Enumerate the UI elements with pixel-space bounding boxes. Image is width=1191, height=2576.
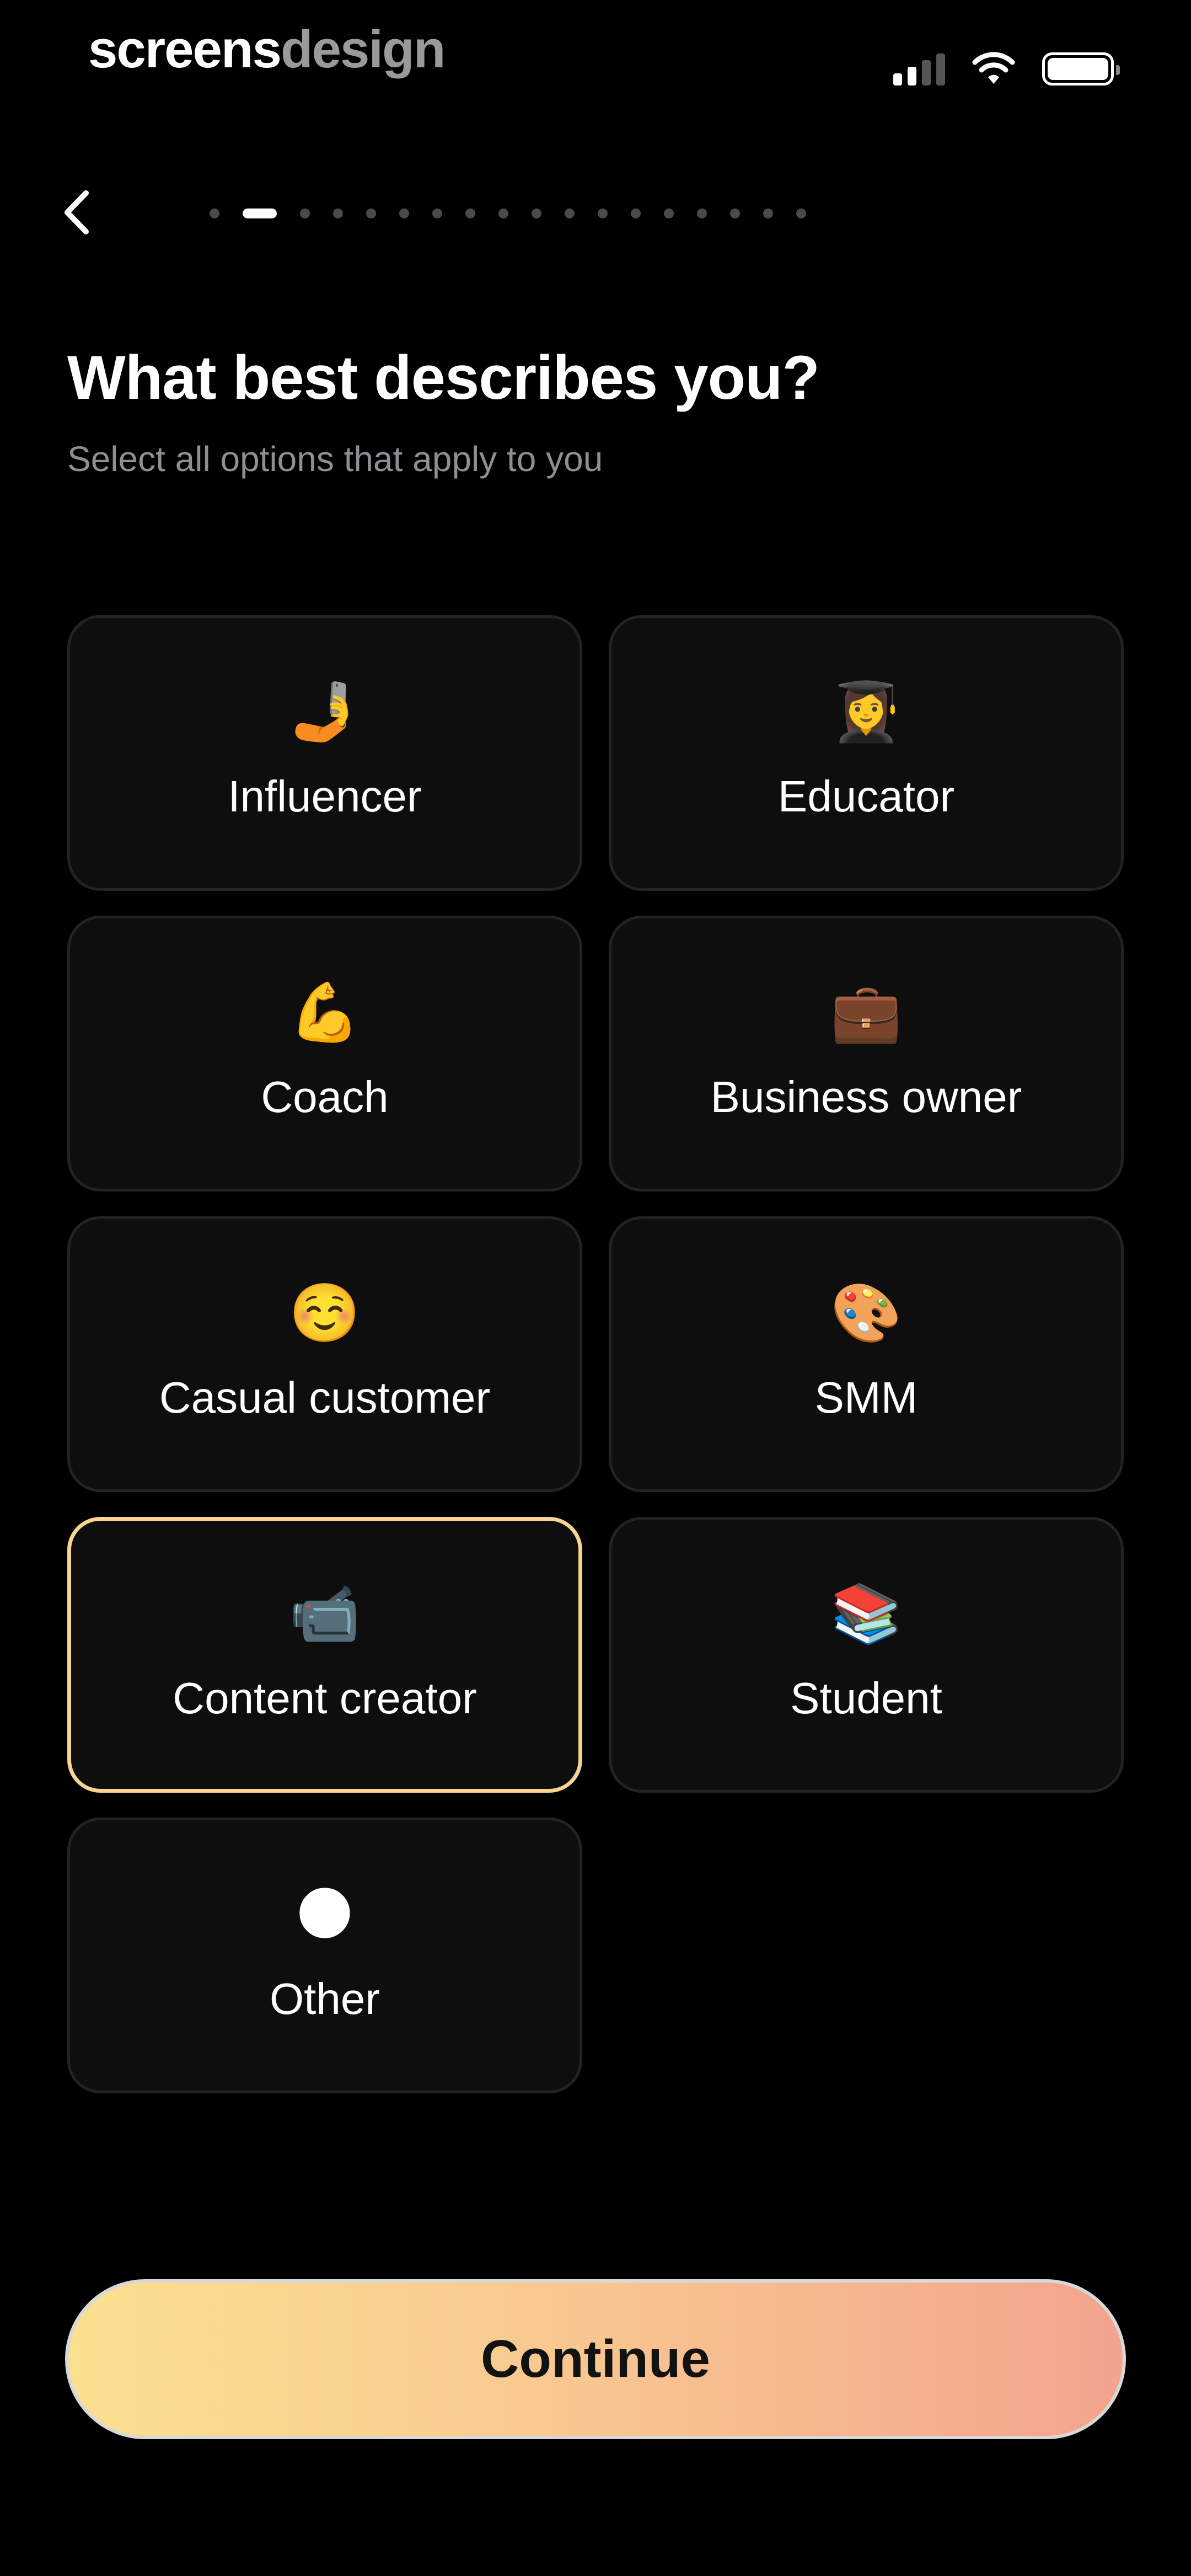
options-grid: 🤳 Influencer 👩‍🎓 Educator 💪 Coach 💼 Busi… <box>67 615 1124 2093</box>
option-business-owner[interactable]: 💼 Business owner <box>609 916 1124 1191</box>
brand-logo-part2: design <box>280 20 446 79</box>
brand-logo: screensdesign <box>88 20 446 79</box>
progress-dot-active <box>243 209 277 218</box>
page-title: What best describes you? <box>67 343 820 412</box>
battery-icon <box>1042 52 1120 85</box>
option-label: Other <box>269 1974 380 2023</box>
progress-dot <box>300 209 310 218</box>
progress-dot <box>763 209 773 218</box>
option-coach[interactable]: 💪 Coach <box>67 916 582 1191</box>
progress-dot <box>796 209 806 218</box>
option-label: Coach <box>261 1072 389 1121</box>
option-label: Content creator <box>173 1674 477 1723</box>
books-icon: 📚 <box>830 1580 902 1647</box>
option-content-creator[interactable]: 📹 Content creator <box>67 1517 582 1793</box>
progress-dot <box>210 209 219 218</box>
option-label: Student <box>790 1674 942 1723</box>
progress-dot <box>366 209 376 218</box>
continue-button[interactable]: Continue <box>65 2279 1126 2439</box>
progress-dot <box>598 209 608 218</box>
wifi-icon <box>972 52 1015 84</box>
option-label: SMM <box>814 1373 918 1422</box>
continue-button-label: Continue <box>481 2329 710 2388</box>
progress-dot <box>730 209 740 218</box>
option-influencer[interactable]: 🤳 Influencer <box>67 615 582 891</box>
option-student[interactable]: 📚 Student <box>609 1517 1124 1793</box>
progress-dot <box>432 209 442 218</box>
status-icons <box>893 50 1120 88</box>
chevron-left-icon <box>65 190 89 234</box>
option-other[interactable]: 🌑 Other <box>67 1818 582 2093</box>
page-subtitle: Select all options that apply to you <box>67 439 603 479</box>
video-camera-icon: 📹 <box>289 1580 361 1647</box>
option-smm[interactable]: 🎨 SMM <box>609 1216 1124 1492</box>
progress-dot <box>399 209 409 218</box>
progress-dot <box>532 209 541 218</box>
option-educator[interactable]: 👩‍🎓 Educator <box>609 615 1124 891</box>
progress-dot <box>565 209 575 218</box>
progress-dot <box>333 209 343 218</box>
briefcase-icon: 💼 <box>830 979 902 1046</box>
graduate-icon: 👩‍🎓 <box>830 678 902 745</box>
back-button[interactable] <box>55 182 99 243</box>
option-label: Business owner <box>710 1072 1022 1121</box>
smiling-face-icon: ☺️ <box>289 1279 361 1346</box>
progress-dot <box>498 209 508 218</box>
progress-dot <box>664 209 674 218</box>
brand-logo-part1: screens <box>88 20 282 79</box>
option-label: Influencer <box>228 772 422 821</box>
signal-icon <box>893 52 945 85</box>
option-casual-customer[interactable]: ☺️ Casual customer <box>67 1216 582 1492</box>
flexed-biceps-icon: 💪 <box>289 979 361 1046</box>
new-moon-face-icon: 🌑 <box>294 1880 355 1948</box>
onboarding-progress-indicator <box>210 207 806 220</box>
option-label: Casual customer <box>159 1373 491 1422</box>
selfie-icon: 🤳 <box>289 678 361 745</box>
palette-icon: 🎨 <box>830 1279 902 1346</box>
progress-dot <box>697 209 707 218</box>
progress-dot <box>465 209 475 218</box>
progress-dot <box>631 209 641 218</box>
option-label: Educator <box>777 772 955 821</box>
